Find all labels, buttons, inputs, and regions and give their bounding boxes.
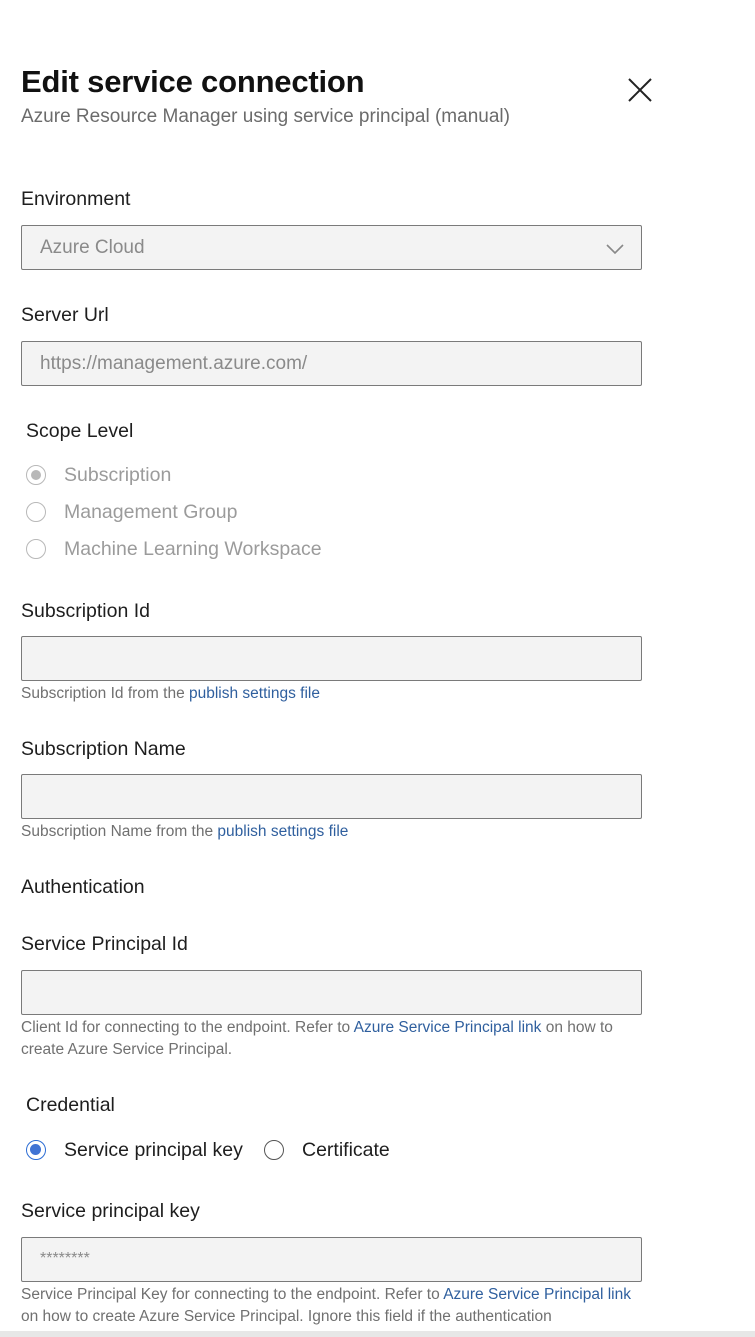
radio-selected-icon — [26, 1140, 46, 1160]
horizontal-scrollbar[interactable] — [0, 1331, 755, 1337]
subscription-id-label: Subscription Id — [21, 600, 150, 622]
service-principal-key-input[interactable]: ******** — [21, 1237, 642, 1282]
environment-value: Azure Cloud — [40, 237, 145, 258]
close-icon[interactable] — [622, 72, 658, 108]
credential-option-certificate[interactable]: Certificate — [264, 1137, 390, 1163]
help-text: on how to create Azure Service Principal… — [21, 1308, 552, 1325]
help-text: Client Id for connecting to the endpoint… — [21, 1019, 354, 1036]
environment-dropdown[interactable]: Azure Cloud — [21, 225, 642, 270]
scope-option-subscription[interactable]: Subscription — [26, 462, 171, 488]
panel-title: Edit service connection — [21, 64, 365, 99]
azure-service-principal-link[interactable]: Azure Service Principal link — [354, 1019, 542, 1036]
radio-unselected-icon — [264, 1140, 284, 1160]
environment-label: Environment — [21, 188, 131, 210]
subscription-id-help: Subscription Id from the publish setting… — [21, 683, 646, 705]
radio-unselected-icon — [26, 539, 46, 559]
scope-option-label: Subscription — [64, 463, 172, 486]
help-text: Service Principal Key for connecting to … — [21, 1286, 444, 1303]
service-principal-key-help: Service Principal Key for connecting to … — [21, 1284, 646, 1328]
server-url-input[interactable]: https://management.azure.com/ — [21, 341, 642, 386]
azure-service-principal-link[interactable]: Azure Service Principal link — [443, 1286, 631, 1303]
subscription-name-label: Subscription Name — [21, 738, 186, 760]
scope-option-management-group[interactable]: Management Group — [26, 499, 237, 525]
edit-service-connection-panel: Edit service connection Azure Resource M… — [0, 0, 755, 1337]
credential-option-label: Service principal key — [64, 1138, 243, 1161]
credential-label: Credential — [26, 1094, 115, 1116]
authentication-heading: Authentication — [21, 876, 145, 898]
subscription-id-input[interactable] — [21, 636, 642, 681]
credential-option-service-principal-key[interactable]: Service principal key — [26, 1137, 243, 1163]
scope-level-label: Scope Level — [26, 420, 134, 442]
subscription-name-help: Subscription Name from the publish setti… — [21, 821, 646, 843]
credential-option-label: Certificate — [302, 1138, 390, 1161]
publish-settings-link[interactable]: publish settings file — [189, 685, 320, 702]
subscription-name-input[interactable] — [21, 774, 642, 819]
service-principal-id-help: Client Id for connecting to the endpoint… — [21, 1017, 646, 1061]
service-principal-key-value: ******** — [40, 1250, 90, 1267]
scope-option-label: Machine Learning Workspace — [64, 537, 322, 560]
publish-settings-link[interactable]: publish settings file — [217, 823, 348, 840]
service-principal-key-label: Service principal key — [21, 1200, 200, 1222]
help-text: Subscription Name from the — [21, 823, 218, 840]
help-text: Subscription Id from the — [21, 685, 189, 702]
server-url-label: Server Url — [21, 304, 109, 326]
panel-subtitle: Azure Resource Manager using service pri… — [21, 106, 510, 127]
scope-option-ml-workspace[interactable]: Machine Learning Workspace — [26, 536, 322, 562]
chevron-down-icon — [605, 240, 625, 262]
radio-unselected-icon — [26, 502, 46, 522]
scope-option-label: Management Group — [64, 500, 238, 523]
service-principal-id-label: Service Principal Id — [21, 933, 188, 955]
server-url-value: https://management.azure.com/ — [40, 353, 308, 374]
radio-selected-icon — [26, 465, 46, 485]
service-principal-id-input[interactable] — [21, 970, 642, 1015]
